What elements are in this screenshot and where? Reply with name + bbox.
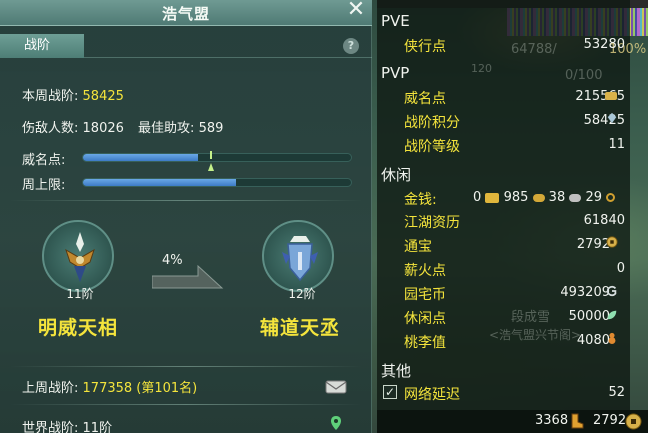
garden-coin-icon: [606, 285, 617, 297]
leisure-leaf-icon: [607, 310, 617, 320]
prestige-bar: [82, 153, 352, 162]
title-bar[interactable]: 浩气盟 ✕: [0, 0, 372, 26]
location-pin-icon[interactable]: [330, 415, 342, 431]
money-label: 金钱:: [404, 192, 437, 208]
rank-badge-icon: [65, 232, 95, 282]
progress-arrow-icon: [152, 264, 224, 289]
next-rank-name: 辅道天丞: [259, 317, 340, 339]
currency-label: 威名点: [404, 91, 446, 107]
currency-label: 战阶等级: [404, 139, 460, 155]
npc-name-text: 段成雪: [511, 310, 551, 325]
latency-checkbox[interactable]: ✓: [383, 385, 397, 399]
silver-ingot-icon: [532, 193, 545, 202]
coin-icon: [606, 193, 616, 202]
current-rank-emblem[interactable]: [42, 220, 114, 292]
window-title: 浩气盟: [161, 5, 210, 23]
next-rank-emblem[interactable]: [262, 220, 334, 292]
currency-label: 薪火点: [404, 263, 446, 279]
current-rank-name: 明威天相: [37, 317, 118, 339]
latency-value: 52: [608, 385, 625, 400]
rank-score-icon: [607, 112, 617, 124]
close-button[interactable]: ✕: [345, 0, 367, 22]
currency-value: 0: [616, 261, 625, 276]
latency-label: 网络延迟: [404, 387, 460, 403]
close-icon[interactable]: ✕: [347, 0, 365, 22]
prestige-marker-icon: [208, 151, 214, 171]
money-copper1: 38: [548, 190, 566, 205]
prestige-coin-icon: [605, 92, 617, 100]
currency-label: 江湖资历: [404, 215, 460, 231]
hud-bar-text: 0/100: [565, 68, 603, 83]
section-pve: PVE: [381, 12, 410, 30]
cap-bar: [82, 178, 352, 187]
weekly-rank-row: 本周战阶: 58425: [22, 85, 124, 104]
kills-value: 18026: [82, 121, 124, 136]
prestige-label: 威名点:: [22, 153, 66, 168]
currency-label: 园宅币: [404, 287, 446, 303]
tongbao-coin-icon: [606, 236, 618, 248]
world-rank-row: 世界战阶: 11阶: [22, 417, 112, 433]
currency-label: 桃李值: [404, 335, 446, 351]
section-other: 其他: [381, 362, 412, 380]
money-silver: 985: [503, 190, 529, 205]
weekly-rank-value: 58425: [82, 89, 124, 104]
npc-title-text: <浩气盟兴节阁>: [489, 328, 582, 342]
kills-label: 伤敌人数:: [22, 121, 79, 136]
money-values: 0 985 38 29: [473, 190, 616, 205]
money-copper2: 29: [585, 190, 603, 205]
currency-label: 战阶积分: [404, 115, 460, 131]
hud-hp-text: 64788/: [511, 42, 557, 57]
last-week-value: 177358 (第101名): [82, 381, 198, 396]
divider: [10, 404, 362, 405]
rank-shield-icon: [282, 236, 318, 282]
bottom-right-value: 2792: [593, 413, 627, 428]
currency-panel: 64788/ 100% 120 0/100 段成雪 <浩气盟兴节阁> PVE 侠…: [377, 0, 648, 433]
cap-bar-fill: [83, 179, 236, 186]
gourd-icon: [608, 332, 616, 344]
weekly-rank-label: 本周战阶:: [22, 89, 79, 104]
currency-value: 11: [608, 137, 625, 152]
boot-icon: [571, 413, 584, 429]
combat-stats-row: 伤敌人数: 18026 最佳助攻: 589: [22, 117, 223, 136]
divider: [10, 200, 362, 201]
assists-value: 589: [198, 121, 224, 136]
money-gold: 0: [473, 190, 482, 205]
currency-value: 493209: [560, 285, 610, 300]
help-icon[interactable]: ?: [343, 38, 359, 54]
last-week-row: 上周战阶: 177358 (第101名): [22, 377, 197, 396]
currency-label: 通宝: [404, 239, 432, 255]
prestige-bar-fill: [83, 154, 199, 161]
tongbao-coin-icon: [625, 413, 642, 430]
bottom-currency-bar: 3368 2792: [377, 410, 648, 433]
copper-ingot-icon: [569, 193, 582, 202]
hud-level-text: 120: [471, 62, 492, 75]
currency-label: 休闲点: [404, 311, 446, 327]
faction-rank-panel: 浩气盟 ✕ 战阶 ? 本周战阶: 58425 伤敌人数: 18026 最佳助攻:…: [0, 0, 372, 433]
gold-ingot-icon: [485, 192, 500, 203]
currency-value: 53280: [583, 37, 625, 52]
currency-value: 61840: [583, 213, 625, 228]
currency-value: 50000: [568, 309, 610, 324]
cap-label: 周上限:: [22, 178, 66, 193]
world-rank-label: 世界战阶:: [22, 421, 79, 433]
section-pvp: PVP: [381, 64, 410, 82]
mail-icon[interactable]: [325, 379, 347, 395]
tab-row: 战阶 ?: [0, 34, 372, 58]
bottom-left-value: 3368: [535, 413, 569, 428]
world-rank-value: 11阶: [82, 421, 113, 433]
divider: [10, 366, 362, 367]
current-rank-level: 11阶: [66, 287, 94, 301]
currency-label: 侠行点: [404, 39, 446, 55]
tab-rank[interactable]: 战阶: [0, 34, 84, 58]
last-week-label: 上周战阶:: [22, 381, 79, 396]
assists-label: 最佳助攻:: [138, 121, 195, 136]
section-leisure: 休闲: [381, 166, 412, 184]
next-rank-level: 12阶: [288, 287, 316, 301]
